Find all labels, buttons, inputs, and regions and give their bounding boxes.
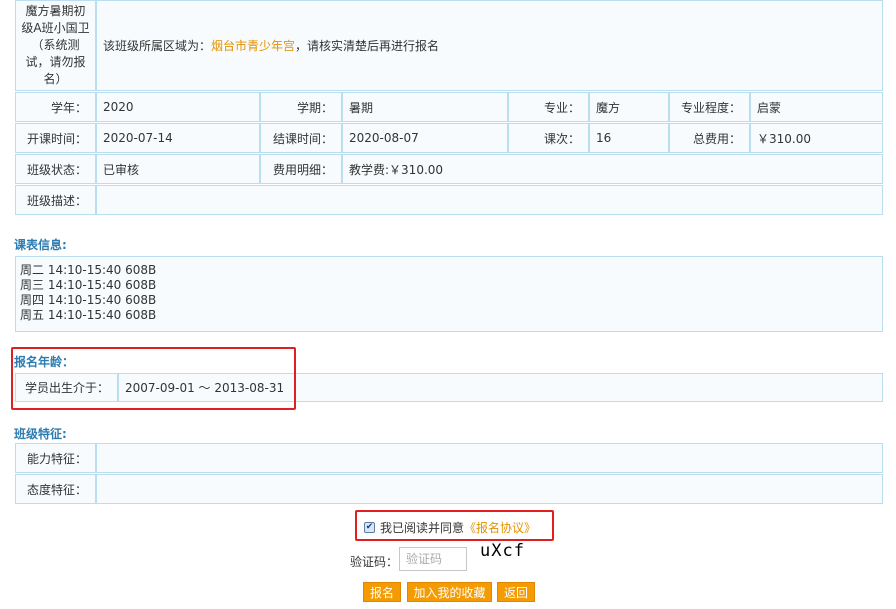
- lessons-value: 16: [589, 123, 669, 153]
- lessons-label: 课次：: [508, 123, 589, 153]
- schedule-line: 周二 14:10-15:40 608B: [20, 263, 157, 277]
- class-name: 魔方暑期初级A班小国卫（系统测试，请勿报名）: [15, 0, 96, 91]
- desc-label: 班级描述：: [15, 185, 96, 215]
- agreement-link[interactable]: 《报名协议》: [464, 521, 536, 535]
- agreement-label: 我已阅读并同意: [380, 521, 465, 535]
- end-value: 2020-08-07: [342, 123, 508, 153]
- annotation-box-age: [11, 347, 296, 410]
- area-notice-suffix: ，请核实清楚后再进行报名: [295, 39, 440, 53]
- attitude-label: 态度特征：: [15, 474, 96, 504]
- status-label: 班级状态：: [15, 154, 96, 184]
- level-label: 专业程度：: [669, 92, 750, 122]
- area-name: 烟台市青少年宫: [211, 39, 296, 53]
- attitude-value: [96, 474, 883, 504]
- term-label: 学期：: [260, 92, 342, 122]
- end-label: 结课时间：: [260, 123, 342, 153]
- schedule-line: 周四 14:10-15:40 608B: [20, 293, 157, 307]
- area-notice: 该班级所属区域为： 烟台市青少年宫 ，请核实清楚后再进行报名: [96, 0, 883, 91]
- schedule-line: 周五 14:10-15:40 608B: [20, 308, 157, 322]
- enroll-button[interactable]: 报名: [363, 582, 401, 602]
- agreement-text: 我已阅读并同意《报名协议》: [380, 519, 536, 536]
- year-value: 2020: [96, 92, 260, 122]
- back-button[interactable]: 返回: [497, 582, 535, 602]
- start-value: 2020-07-14: [96, 123, 260, 153]
- fee-detail-label: 费用明细：: [260, 154, 342, 184]
- major-label: 专业：: [508, 92, 589, 122]
- add-favorite-button[interactable]: 加入我的收藏: [407, 582, 492, 602]
- schedule-box: 周二 14:10-15:40 608B 周三 14:10-15:40 608B …: [15, 256, 883, 332]
- schedule-line: 周三 14:10-15:40 608B: [20, 278, 157, 292]
- status-value: 已审核: [96, 154, 260, 184]
- captcha-image[interactable]: uXcf: [480, 541, 525, 561]
- features-title: 班级特征:: [14, 427, 67, 441]
- total-fee-label: 总费用：: [669, 123, 750, 153]
- total-fee-value: ￥310.00: [750, 123, 883, 153]
- term-value: 暑期: [342, 92, 508, 122]
- major-value: 魔方: [589, 92, 669, 122]
- area-notice-prefix: 该班级所属区域为：: [103, 39, 212, 53]
- start-label: 开课时间：: [15, 123, 96, 153]
- captcha-label: 验证码：: [350, 555, 399, 569]
- desc-value: [96, 185, 883, 215]
- class-name-text: 魔方暑期初级A班小国卫（系统测试，请勿报名）: [21, 4, 90, 86]
- ability-label: 能力特征：: [15, 443, 96, 473]
- captcha-input[interactable]: [399, 547, 467, 571]
- year-label: 学年：: [15, 92, 96, 122]
- fee-detail-value: 教学费:￥310.00: [342, 154, 883, 184]
- ability-value: [96, 443, 883, 473]
- schedule-title: 课表信息:: [14, 238, 67, 252]
- level-value: 启蒙: [750, 92, 883, 122]
- agreement-checkbox[interactable]: ✔: [364, 522, 375, 533]
- check-icon: ✔: [365, 522, 374, 532]
